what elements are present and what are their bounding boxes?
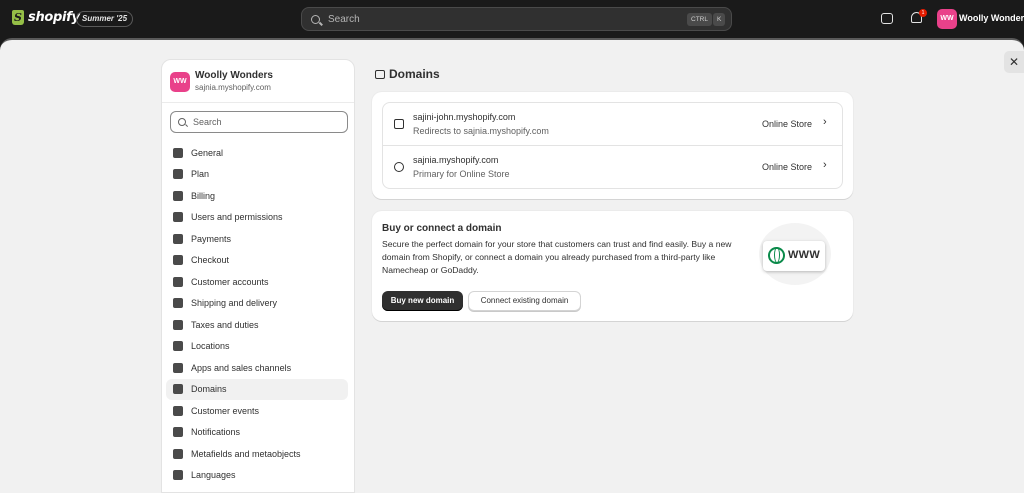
www-illustration: WWW	[759, 223, 831, 285]
store-name: Woolly Wonders	[195, 70, 273, 81]
domain-subtext: Redirects to sajnia.myshopify.com	[413, 126, 549, 136]
sidebar-item-customer-accounts[interactable]: Customer accounts	[166, 271, 348, 293]
sidebar-item-shipping[interactable]: Shipping and delivery	[166, 293, 348, 315]
store-header: WW Woolly Wonders sajnia.myshopify.com	[170, 70, 273, 92]
sidebar-item-label: Plan	[191, 169, 210, 180]
close-settings-button[interactable]: ✕	[1004, 51, 1024, 73]
sidebar-divider	[162, 102, 354, 103]
user-menu-name[interactable]: Woolly Wonders	[959, 13, 1024, 23]
sidebar-item-plan[interactable]: Plan	[166, 164, 348, 186]
global-search-input[interactable]: Search CTRL K	[301, 7, 732, 31]
domains-icon	[375, 69, 385, 79]
cart-icon	[173, 255, 183, 266]
bell-icon	[173, 427, 183, 438]
search-icon	[311, 14, 320, 24]
domain-channel: Online Store	[762, 119, 813, 129]
chevron-right-icon: ›	[823, 159, 827, 171]
truck-icon	[173, 298, 183, 309]
page-title-text: Domains	[389, 67, 440, 81]
settings-search-placeholder: Search	[193, 117, 222, 127]
sidebar-item-checkout[interactable]: Checkout	[166, 250, 348, 272]
sidebar-item-label: General	[191, 147, 224, 158]
shopify-bag-icon	[12, 10, 24, 25]
sidebar-item-label: Payments	[191, 233, 232, 244]
buy-new-domain-button[interactable]: Buy new domain	[382, 291, 463, 311]
search-icon	[178, 118, 186, 126]
customer-icon	[173, 276, 183, 287]
sidebar-item-locations[interactable]: Locations	[166, 336, 348, 358]
sidebar-item-general[interactable]: General	[166, 142, 348, 164]
redirect-icon	[394, 119, 404, 129]
store-url: sajnia.myshopify.com	[195, 83, 271, 92]
sidebar-item-label: Metafields and metaobjects	[191, 448, 301, 459]
buy-domain-card: Buy or connect a domain Secure the perfe…	[372, 211, 853, 321]
sidebar-item-languages[interactable]: Languages	[166, 465, 348, 487]
sidebar-item-payments[interactable]: Payments	[166, 228, 348, 250]
payments-icon	[173, 233, 183, 244]
sidebar-item-notifications[interactable]: Notifications	[166, 422, 348, 444]
domains-icon	[173, 384, 183, 395]
domain-name: sajnia.myshopify.com	[413, 155, 499, 165]
page-title: Domains	[375, 67, 440, 81]
www-card: WWW	[763, 241, 825, 271]
sidebar-item-label: Languages	[191, 470, 236, 481]
edition-badge[interactable]: Summer '25	[76, 11, 134, 27]
language-icon	[173, 470, 183, 481]
sidebar-item-billing[interactable]: Billing	[166, 185, 348, 207]
sidebar-item-users[interactable]: Users and permissions	[166, 207, 348, 229]
sidebar-item-label: Customer accounts	[191, 276, 269, 287]
sidebar-item-label: Taxes and duties	[191, 319, 259, 330]
plan-icon	[173, 169, 183, 180]
settings-nav: General Plan Billing Users and permissio…	[166, 142, 348, 486]
buy-domain-description: Secure the perfect domain for your store…	[382, 239, 732, 275]
tax-icon	[173, 319, 183, 330]
sidebar-item-label: Shipping and delivery	[191, 298, 278, 309]
domain-list: sajini-john.myshopify.com Redirects to s…	[382, 102, 843, 189]
shortcut-ctrl-key: CTRL	[687, 13, 712, 26]
sidebar-item-metafields[interactable]: Metafields and metaobjects	[166, 443, 348, 465]
users-icon	[173, 212, 183, 223]
sidebar-item-label: Domains	[191, 384, 227, 395]
notification-count-badge: 1	[919, 9, 927, 17]
sidebar-item-apps[interactable]: Apps and sales channels	[166, 357, 348, 379]
sidebar-item-label: Locations	[191, 341, 230, 352]
domain-name: sajini-john.myshopify.com	[413, 112, 516, 122]
location-icon	[173, 341, 183, 352]
shopify-logo[interactable]: shopify	[12, 10, 80, 25]
store-icon	[173, 147, 183, 158]
domain-row[interactable]: sajini-john.myshopify.com Redirects to s…	[383, 103, 842, 146]
brand-name: shopify	[28, 10, 80, 25]
store-switch-icon[interactable]	[881, 13, 893, 24]
sidebar-item-label: Apps and sales channels	[191, 362, 292, 373]
settings-sidebar: WW Woolly Wonders sajnia.myshopify.com S…	[161, 59, 355, 493]
sidebar-item-label: Checkout	[191, 255, 230, 266]
domains-card: sajini-john.myshopify.com Redirects to s…	[372, 92, 853, 199]
apps-icon	[173, 362, 183, 373]
top-bar: shopify Summer '25 Search CTRL K 1 WW Wo…	[0, 0, 1024, 38]
events-icon	[173, 405, 183, 416]
user-avatar[interactable]: WW	[937, 9, 957, 29]
buy-domain-title: Buy or connect a domain	[382, 223, 502, 234]
www-text: WWW	[788, 249, 821, 261]
sidebar-item-taxes[interactable]: Taxes and duties	[166, 314, 348, 336]
domain-subtext: Primary for Online Store	[413, 169, 510, 179]
billing-icon	[173, 190, 183, 201]
shortcut-k-key: K	[713, 13, 726, 26]
domain-channel: Online Store	[762, 162, 813, 172]
search-placeholder: Search	[328, 13, 360, 25]
connect-existing-domain-button[interactable]: Connect existing domain	[468, 291, 581, 311]
settings-search-input[interactable]: Search	[170, 111, 348, 133]
store-avatar: WW	[170, 72, 190, 92]
sidebar-item-customer-events[interactable]: Customer events	[166, 400, 348, 422]
chevron-right-icon: ›	[823, 116, 827, 128]
metafields-icon	[173, 448, 183, 459]
sidebar-item-domains[interactable]: Domains	[166, 378, 348, 400]
sidebar-item-label: Notifications	[191, 427, 241, 438]
globe-icon	[394, 162, 404, 172]
domain-row[interactable]: sajnia.myshopify.com Primary for Online …	[383, 146, 842, 189]
sidebar-item-label: Billing	[191, 190, 216, 201]
sidebar-item-label: Customer events	[191, 405, 260, 416]
sidebar-item-label: Users and permissions	[191, 212, 283, 223]
globe-icon	[768, 247, 785, 264]
